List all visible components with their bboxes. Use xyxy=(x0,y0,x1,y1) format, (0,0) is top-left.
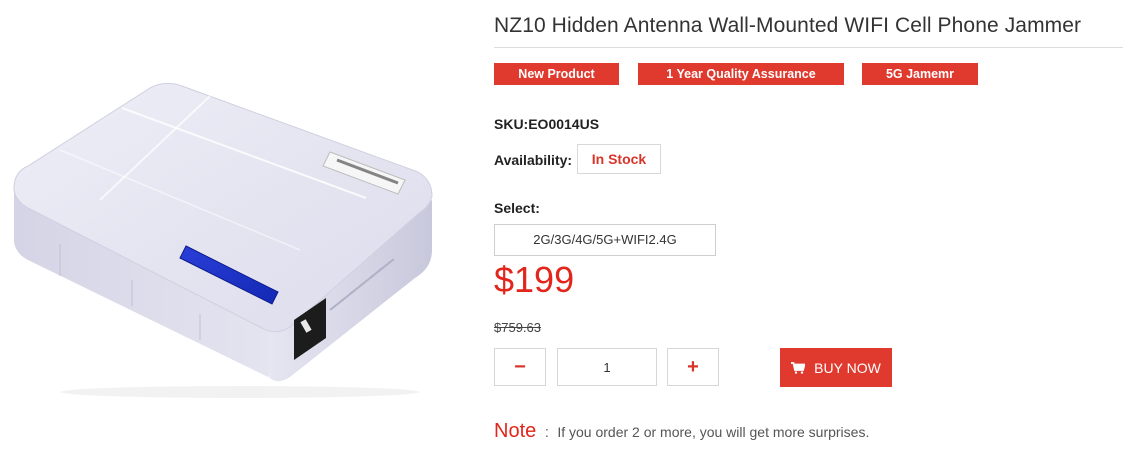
order-note: Note : If you order 2 or more, you will … xyxy=(494,420,869,443)
product-image[interactable] xyxy=(0,0,450,461)
product-title: NZ10 Hidden Antenna Wall-Mounted WIFI Ce… xyxy=(494,14,1082,37)
note-label: Note xyxy=(494,420,537,442)
quantity-input[interactable] xyxy=(557,348,657,386)
note-colon: : xyxy=(544,424,549,441)
note-text: If you order 2 or more, you will get mor… xyxy=(557,424,870,440)
buy-now-button[interactable]: BUY NOW xyxy=(780,348,892,387)
badge-5g-jammer: 5G Jamemr xyxy=(862,63,978,85)
sku-text: SKU:EO0014US xyxy=(494,116,600,132)
variant-option[interactable]: 2G/3G/4G/5G+WIFI2.4G xyxy=(494,224,716,256)
badge-quality-assurance: 1 Year Quality Assurance xyxy=(638,63,844,85)
availability-label: Availability: xyxy=(494,152,573,168)
cart-icon xyxy=(791,361,806,374)
quantity-increase-button[interactable]: + xyxy=(667,348,719,386)
select-label: Select: xyxy=(494,200,540,216)
product-photo xyxy=(13,82,433,398)
title-divider xyxy=(494,47,1123,48)
current-price: $199 xyxy=(494,259,575,300)
availability-status: In Stock xyxy=(577,144,661,174)
badge-new-product: New Product xyxy=(494,63,619,85)
quantity-decrease-button[interactable]: − xyxy=(494,348,546,386)
buy-now-label: BUY NOW xyxy=(814,359,881,376)
original-price: $759.63 xyxy=(494,320,541,335)
